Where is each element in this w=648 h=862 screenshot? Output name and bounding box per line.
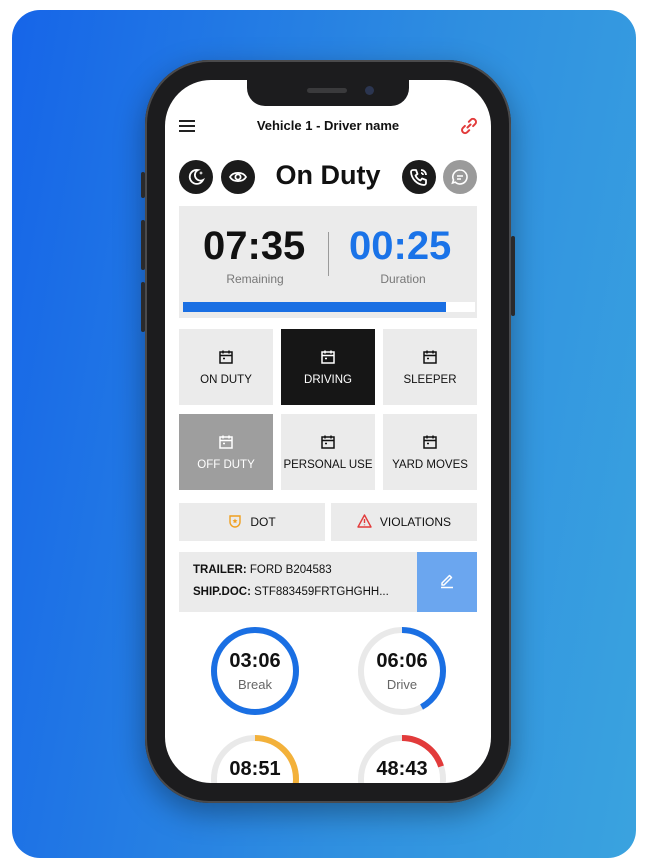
remaining-time: 07:35 xyxy=(203,224,306,268)
status-tile-on-duty[interactable]: ON DUTY xyxy=(179,329,273,405)
app-screen: Vehicle 1 - Driver name On Duty 07:35 Re… xyxy=(165,80,491,783)
ring-time: 06:06 xyxy=(376,650,428,672)
tile-label-on-duty: ON DUTY xyxy=(200,373,252,386)
tile-label-driving: DRIVING xyxy=(304,373,352,386)
ring-time: 48:43 xyxy=(376,758,428,780)
status-tile-yard-moves[interactable]: YARD MOVES xyxy=(383,414,477,490)
page-title: Vehicle 1 - Driver name xyxy=(256,118,400,133)
trailer-value: FORD B204583 xyxy=(249,564,332,576)
remaining-label: Remaining xyxy=(226,272,284,286)
duration-time: 00:25 xyxy=(349,224,452,268)
moon-icon[interactable] xyxy=(179,160,213,194)
eye-icon[interactable] xyxy=(221,160,255,194)
shipdoc-row: SHIP.DOC: STF883459FRTGHGHH... xyxy=(193,586,389,598)
ring-shift: 08:51 xyxy=(209,733,301,783)
status-tile-driving[interactable]: DRIVING xyxy=(281,329,375,405)
tile-label-yard-moves: YARD MOVES xyxy=(392,458,468,471)
warning-icon xyxy=(357,513,372,531)
trailer-info-panel: TRAILER: FORD B204583 SHIP.DOC: STF88345… xyxy=(179,552,477,612)
calendar-icon xyxy=(218,434,234,453)
phone-icon[interactable] xyxy=(402,160,436,194)
ring-break: 03:06 Break xyxy=(209,625,301,717)
calendar-icon xyxy=(218,349,234,368)
shipdoc-value: STF883459FRTGHGHH... xyxy=(254,586,389,598)
front-camera xyxy=(365,86,374,95)
trailer-row: TRAILER: FORD B204583 xyxy=(193,564,332,576)
progress-bar xyxy=(183,302,475,312)
trailer-label: TRAILER: xyxy=(193,564,247,576)
pencil-icon xyxy=(438,571,456,594)
violations-button[interactable]: VIOLATIONS xyxy=(331,503,477,541)
edit-button[interactable] xyxy=(417,552,477,612)
phone-notch xyxy=(247,80,409,106)
top-bar: Vehicle 1 - Driver name xyxy=(165,110,491,140)
ring-time: 08:51 xyxy=(229,758,281,780)
calendar-icon xyxy=(320,434,336,453)
progress-fill xyxy=(183,302,446,312)
tile-label-off-duty: OFF DUTY xyxy=(197,458,255,471)
calendar-icon xyxy=(422,349,438,368)
timer-divider xyxy=(328,232,329,276)
ring-label: Break xyxy=(238,677,272,692)
tile-label-personal-use: PERSONAL USE xyxy=(283,458,373,471)
duration-label: Duration xyxy=(380,272,426,286)
link-icon[interactable] xyxy=(459,116,479,136)
status-tile-sleeper[interactable]: SLEEPER xyxy=(383,329,477,405)
dot-button[interactable]: DOT xyxy=(179,503,325,541)
chat-icon[interactable] xyxy=(443,160,477,194)
duty-status-title: On Duty xyxy=(275,160,381,190)
dot-label: DOT xyxy=(250,515,276,529)
tile-label-sleeper: SLEEPER xyxy=(403,373,457,386)
ring-cycle: 48:43 xyxy=(356,733,448,783)
ring-drive: 06:06 Drive xyxy=(356,625,448,717)
calendar-icon xyxy=(320,349,336,368)
ring-label: Drive xyxy=(386,677,418,692)
calendar-icon xyxy=(422,434,438,453)
status-tile-personal-use[interactable]: PERSONAL USE xyxy=(281,414,375,490)
badge-icon xyxy=(228,514,242,531)
hours-timer-panel: 07:35 Remaining 00:25 Duration xyxy=(179,206,477,318)
violations-label: VIOLATIONS xyxy=(379,515,452,529)
shipdoc-label: SHIP.DOC: xyxy=(193,586,251,598)
status-tile-off-duty[interactable]: OFF DUTY xyxy=(179,414,273,490)
status-header: On Duty xyxy=(165,156,491,196)
ring-time: 03:06 xyxy=(229,650,281,672)
